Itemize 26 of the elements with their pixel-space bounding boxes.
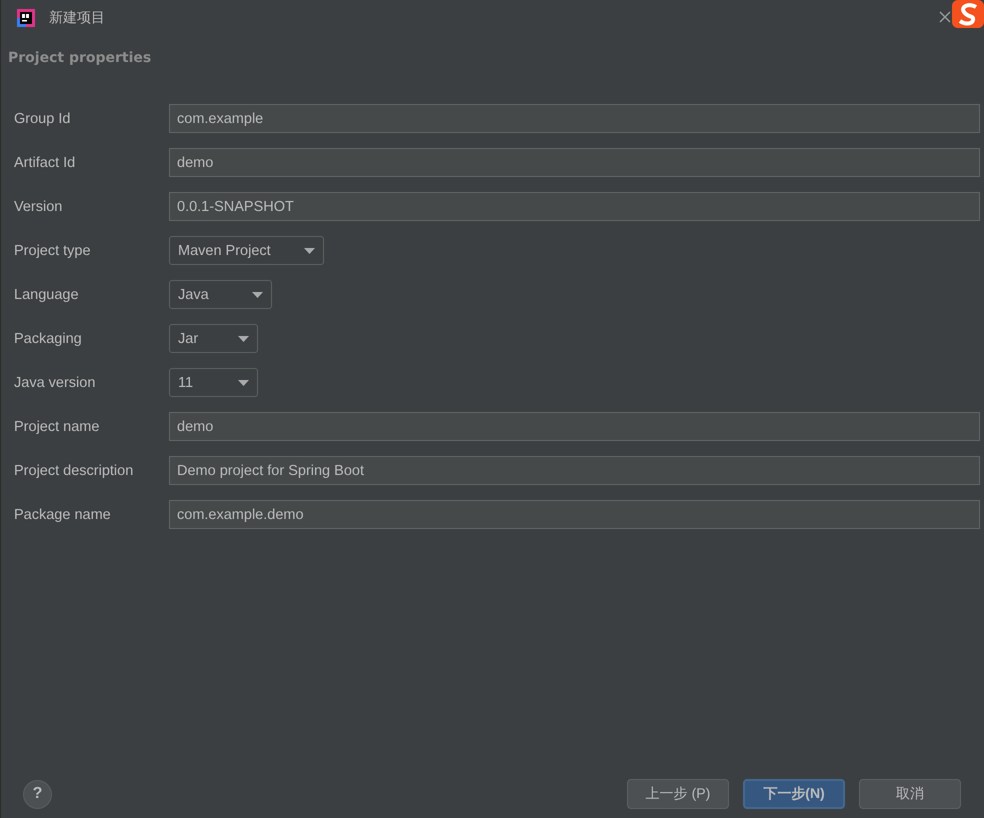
dropdown[interactable]: Java <box>169 280 272 309</box>
text-field[interactable]: Demo project for Spring Boot <box>169 456 980 485</box>
next-button[interactable]: 下一步(N) <box>743 779 845 809</box>
window-title: 新建项目 <box>49 9 105 27</box>
field-label: Packaging <box>14 330 83 346</box>
help-button[interactable]: ? <box>23 780 52 808</box>
dialog-button[interactable]: 上一步 (P) <box>627 779 729 809</box>
field-label: Java version <box>14 374 96 390</box>
dialog-button[interactable]: 取消 <box>859 779 961 809</box>
dropdown[interactable]: Maven Project <box>169 236 324 265</box>
dropdown[interactable]: 11 <box>169 368 258 397</box>
field-label: Group Id <box>14 110 72 126</box>
field-label: Project type <box>14 242 92 258</box>
text-field[interactable]: demo <box>169 412 980 441</box>
field-label: Project description <box>14 462 134 478</box>
field-label: Package name <box>14 506 112 522</box>
field-label: Project name <box>14 418 100 434</box>
text-field[interactable]: 0.0.1-SNAPSHOT <box>169 192 980 221</box>
section-title: Project properties <box>7 49 152 68</box>
text-field[interactable]: com.example.demo <box>169 500 980 529</box>
field-label: Language <box>14 286 80 302</box>
text-field[interactable]: demo <box>169 148 980 177</box>
field-label: Version <box>14 198 64 214</box>
field-label: Artifact Id <box>14 154 76 170</box>
dropdown[interactable]: Jar <box>169 324 258 353</box>
text-field[interactable]: com.example <box>169 104 980 133</box>
